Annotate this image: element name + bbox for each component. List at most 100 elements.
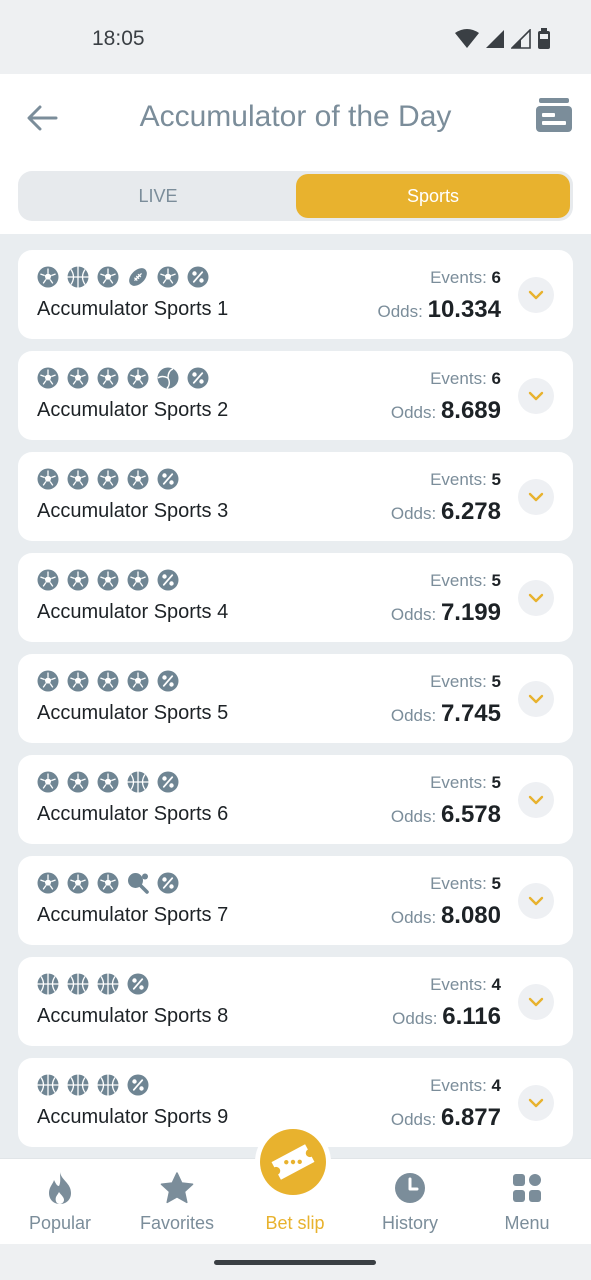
accumulator-card[interactable]: Accumulator Sports 6 Events: 5 Odds: 6.578 [18,755,573,844]
accumulator-card[interactable]: Accumulator Sports 8 Events: 4 Odds: 6.116 [18,957,573,1046]
basketball-icon [97,1074,119,1096]
events-label: Events: [430,874,487,893]
accumulator-name: Accumulator Sports 6 [37,803,229,825]
soccer-icon [127,670,149,692]
events-label: Events: [430,1076,487,1095]
events-label: Events: [430,268,487,287]
coupon-button[interactable] [535,96,573,136]
accumulator-card[interactable]: Accumulator Sports 1 Events: 6 Odds: 10.33… [18,250,573,339]
odds-label: Odds: [390,807,437,826]
percent-icon [157,670,179,692]
tab-live[interactable]: LIVE [21,174,295,218]
chevron-down-icon [528,391,544,401]
events-value: 4 [491,975,501,994]
accumulator-card[interactable]: Accumulator Sports 2 Events: 6 Odds: 8.689 [18,351,573,440]
accumulator-card[interactable]: Accumulator Sports 3 Events: 5 Odds: 6.278 [18,452,573,541]
odds-value: 6.578 [440,801,501,828]
star-icon [160,1172,194,1204]
expand-button[interactable] [518,479,554,515]
sport-icons [37,468,179,490]
odds-label: Odds: [390,504,437,523]
soccer-icon [37,266,59,288]
expand-button[interactable] [518,580,554,616]
odds-label: Odds: [392,1009,438,1028]
american-football-icon [127,266,149,288]
nav-favorites[interactable]: Favorites [118,1171,236,1234]
events-value: 5 [491,672,501,691]
chevron-down-icon [528,1098,544,1108]
system-gesture-area [0,1244,591,1280]
expand-button[interactable] [518,378,554,414]
accumulator-card[interactable]: Accumulator Sports 7 Events: 5 Odds: 8.080 [18,856,573,945]
events-value: 5 [491,571,501,590]
expand-button[interactable] [518,984,554,1020]
odds-value: 8.080 [440,902,501,929]
nav-popular-label: Popular [28,1213,92,1233]
percent-icon [157,569,179,591]
table-tennis-icon [127,872,149,894]
nav-history[interactable]: History [351,1171,469,1234]
events-count: Events: 6 [430,268,501,288]
chevron-down-icon [528,997,544,1007]
app-header: Accumulator of the Day LIVE Sports [0,74,591,234]
soccer-icon [37,569,59,591]
soccer-icon [97,771,119,793]
events-label: Events: [430,571,487,590]
soccer-icon [97,266,119,288]
soccer-icon [67,872,89,894]
basketball-icon [67,1074,89,1096]
soccer-icon [37,468,59,490]
nav-popular[interactable]: Popular [1,1171,119,1234]
soccer-icon [67,670,89,692]
events-label: Events: [430,975,487,994]
soccer-icon [97,872,119,894]
events-count: Events: 5 [430,773,501,793]
events-count: Events: 5 [430,672,501,692]
expand-button[interactable] [518,277,554,313]
expand-button[interactable] [518,782,554,818]
battery-icon [537,28,551,55]
accumulator-card[interactable]: Accumulator Sports 4 Events: 5 Odds: 7.199 [18,553,573,642]
basketball-icon [127,771,149,793]
events-count: Events: 6 [430,369,501,389]
odds-label: Odds: [390,1110,437,1129]
events-value: 5 [491,874,501,893]
expand-button[interactable] [518,883,554,919]
events-label: Events: [430,369,487,388]
odds: Odds: 6.578 [391,801,501,829]
expand-button[interactable] [518,1085,554,1121]
bet-slip-badge [260,1129,326,1195]
soccer-icon [67,569,89,591]
events-value: 6 [491,268,501,287]
percent-icon [157,872,179,894]
accumulator-card[interactable]: Accumulator Sports 5 Events: 5 Odds: 7.745 [18,654,573,743]
soccer-icon [67,771,89,793]
expand-button[interactable] [518,681,554,717]
odds-label: Odds: [390,605,437,624]
sport-icons [37,670,179,692]
accumulator-name: Accumulator Sports 3 [37,500,229,522]
odds-value: 8.689 [440,397,501,424]
sport-icons [37,367,209,389]
sport-icons [37,569,179,591]
nav-menu[interactable]: Menu [468,1171,586,1234]
home-gesture-bar[interactable] [214,1260,376,1265]
chevron-down-icon [528,694,544,704]
tab-sports[interactable]: Sports [296,174,570,218]
sport-icons [37,973,149,995]
events-value: 5 [491,470,501,489]
events-value: 6 [491,369,501,388]
basketball-icon [67,266,89,288]
accumulator-name: Accumulator Sports 5 [37,702,229,724]
odds-value: 6.278 [440,498,501,525]
soccer-icon [37,872,59,894]
signal-icon [485,29,505,54]
soccer-icon [37,670,59,692]
basketball-icon [67,973,89,995]
bet-slip-button[interactable] [255,1124,331,1200]
sport-icons [37,872,179,894]
soccer-icon [37,367,59,389]
events-value: 5 [491,773,501,792]
basketball-icon [37,973,59,995]
page-title: Accumulator of the Day [139,100,452,133]
